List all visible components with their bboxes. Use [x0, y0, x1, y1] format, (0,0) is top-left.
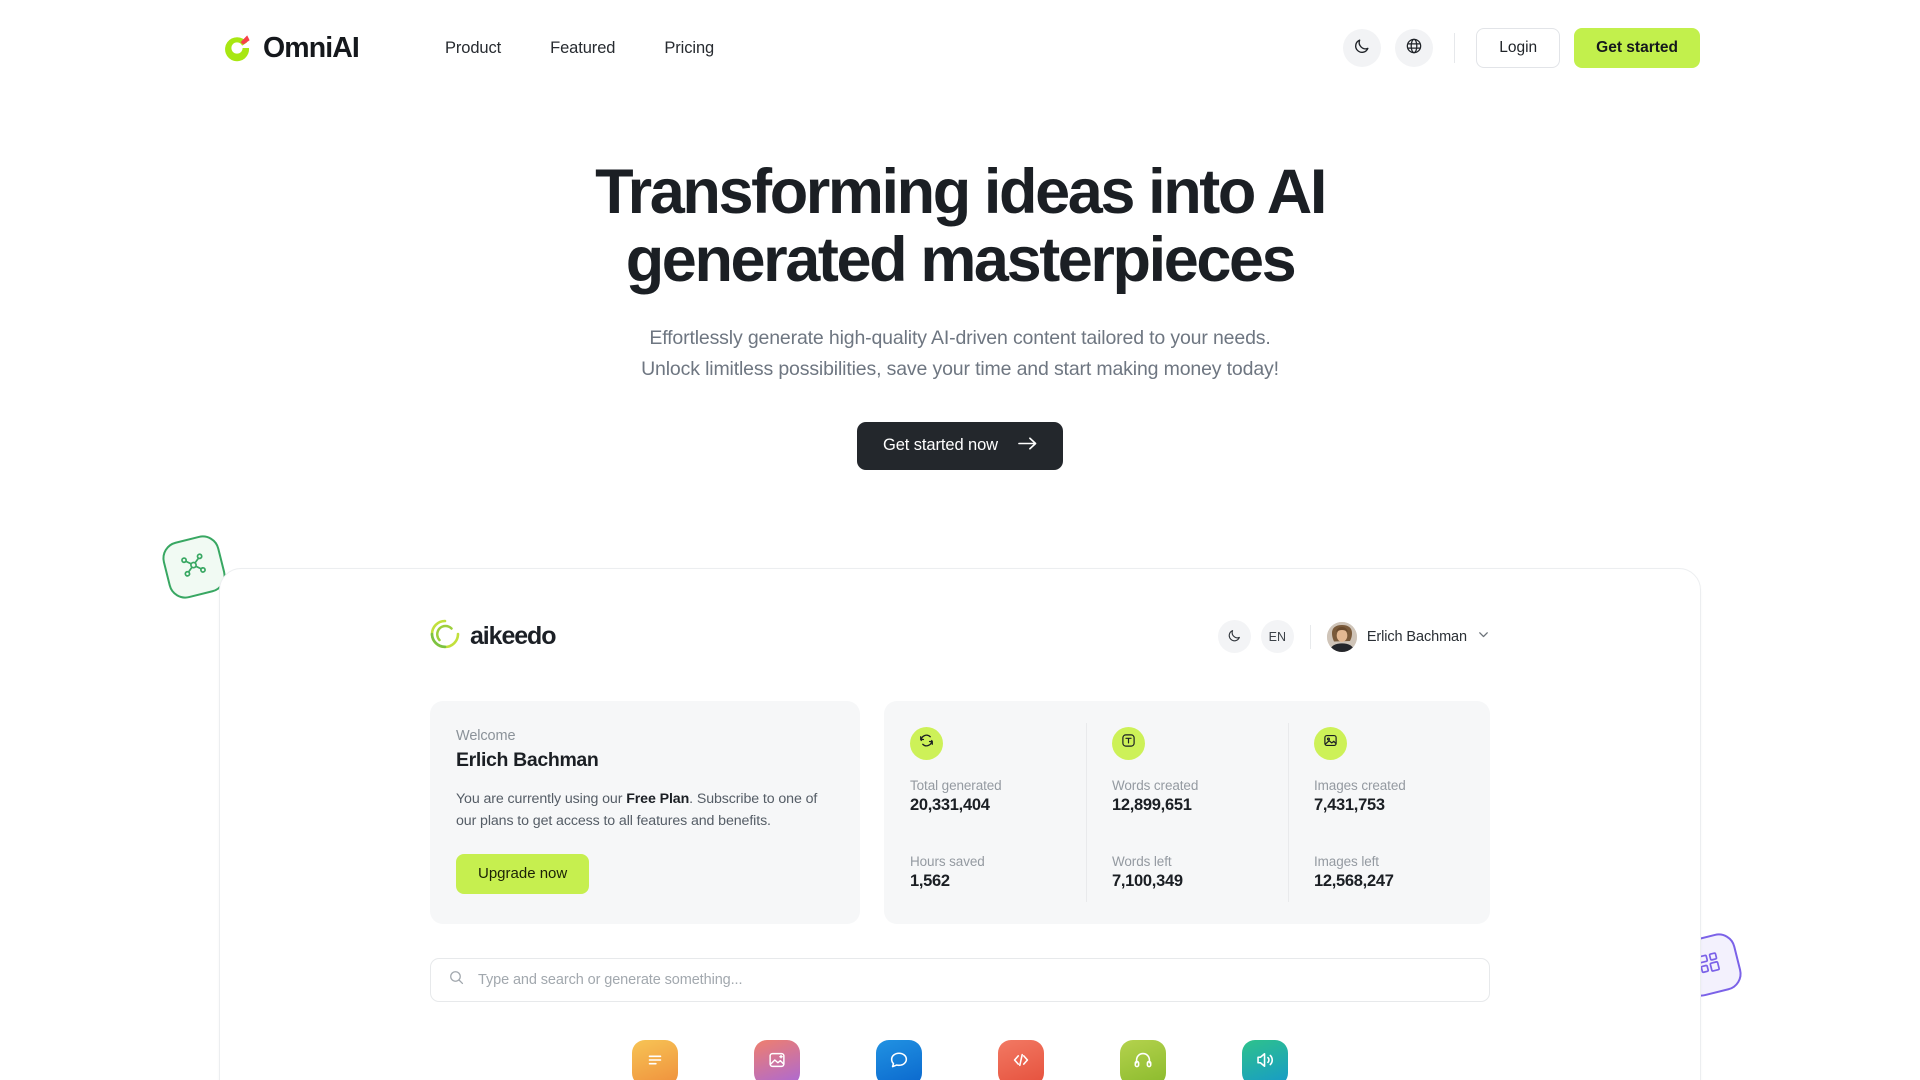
stat-value: 20,331,404 — [910, 795, 990, 814]
theme-toggle-button[interactable] — [1343, 29, 1382, 67]
hero-heading-line-1: Transforming ideas into AI — [595, 157, 1327, 227]
app-tile-voiceover[interactable] — [1242, 1039, 1288, 1080]
stat-value: 12,899,651 — [1112, 795, 1192, 814]
image-icon — [766, 1049, 788, 1076]
hero-cta-button[interactable]: Get started now — [857, 421, 1063, 470]
dashboard-preview: aikeedo EN Erlich Bachman Welcome Erlich… — [158, 531, 1746, 1080]
search-input[interactable] — [478, 971, 1472, 988]
dashboard-panel: aikeedo EN Erlich Bachman Welcome Erlich… — [219, 567, 1701, 1080]
text-lines-icon — [644, 1049, 666, 1076]
stat-label: Total generated — [910, 777, 1002, 793]
nav-links: Product Featured Pricing — [445, 39, 714, 58]
stat-total-generated: Total generated 20,331,404 Hours saved 1… — [884, 726, 1086, 896]
dashboard-language-button[interactable]: EN — [1260, 620, 1294, 654]
stat-images-created: Images created 7,431,753 Images left 12,… — [1288, 722, 1490, 902]
avatar — [1326, 621, 1357, 652]
dashboard-header-divider — [1309, 624, 1311, 649]
stat-sub-label: Images left — [1314, 853, 1379, 869]
hero-subtitle: Effortlessly generate high-quality AI-dr… — [0, 323, 1920, 386]
nav-link-featured[interactable]: Featured — [550, 39, 615, 58]
get-started-button[interactable]: Get started — [1574, 28, 1700, 68]
welcome-user-name: Erlich Bachman — [456, 748, 599, 771]
stats-card: Total generated 20,331,404 Hours saved 1… — [884, 700, 1490, 924]
stat-sub-value: 12,568,247 — [1314, 871, 1394, 890]
hero-heading-line-2: generated masterpieces — [625, 225, 1297, 296]
stat-sub-label: Words left — [1112, 853, 1172, 869]
stat-icon-badge — [1314, 726, 1347, 760]
brand-name: OmniAI — [263, 31, 360, 64]
stat-sub-label: Hours saved — [910, 853, 985, 869]
stat-sub-value: 7,100,349 — [1112, 871, 1183, 890]
dashboard-header: aikeedo EN Erlich Bachman — [430, 615, 1490, 659]
image-icon — [1322, 732, 1339, 754]
refresh-sync-icon — [918, 732, 935, 754]
stat-icon-badge — [910, 726, 943, 760]
hero-subtitle-line-1: Effortlessly generate high-quality AI-dr… — [649, 326, 1271, 349]
stat-sub-value: 1,562 — [910, 871, 950, 890]
text-t-icon — [1120, 732, 1137, 754]
aikeedo-name: aikeedo — [470, 622, 557, 651]
chat-bubble-icon — [888, 1049, 910, 1076]
app-tile-writer[interactable] — [632, 1039, 678, 1080]
hero-heading: Transforming ideas into AI generated mas… — [530, 158, 1390, 295]
navbar-divider — [1454, 33, 1456, 63]
stat-label: Words created — [1112, 777, 1199, 793]
welcome-label: Welcome — [456, 727, 516, 744]
aikeedo-logo[interactable]: aikeedo — [430, 619, 557, 654]
dashboard-theme-toggle[interactable] — [1217, 620, 1251, 654]
dashboard-search-bar[interactable] — [430, 957, 1490, 1002]
moon-icon — [1227, 628, 1242, 646]
dashboard-cards: Welcome Erlich Bachman You are currently… — [430, 700, 1490, 924]
arrow-right-icon — [1018, 436, 1037, 456]
navbar-actions: Login Get started — [1343, 28, 1700, 68]
network-nodes-icon — [178, 549, 211, 585]
app-tile-transcriber[interactable] — [1120, 1039, 1166, 1080]
login-button[interactable]: Login — [1476, 28, 1561, 68]
brand-logo[interactable]: OmniAI — [220, 31, 360, 65]
aikeedo-spiral-logo-icon — [430, 619, 460, 654]
user-menu[interactable]: Erlich Bachman — [1326, 621, 1490, 652]
stat-value: 7,431,753 — [1314, 795, 1385, 814]
hero-section: Transforming ideas into AI generated mas… — [0, 96, 1920, 470]
language-button[interactable] — [1395, 29, 1434, 67]
speaker-icon — [1254, 1049, 1276, 1076]
code-icon — [1010, 1049, 1032, 1076]
omni-circle-logo-icon — [220, 31, 254, 65]
app-tile-chat[interactable] — [876, 1039, 922, 1080]
hero-subtitle-line-2: Unlock limitless possibilities, save you… — [641, 358, 1279, 381]
welcome-description: You are currently using our Free Plan. S… — [456, 788, 834, 833]
dashboard-header-actions: EN Erlich Bachman — [1217, 620, 1490, 654]
upgrade-now-button[interactable]: Upgrade now — [456, 853, 590, 894]
globe-icon — [1405, 37, 1423, 60]
headphones-icon — [1132, 1049, 1154, 1076]
stat-icon-badge — [1112, 726, 1145, 760]
chevron-down-icon — [1477, 628, 1490, 646]
user-name: Erlich Bachman — [1366, 628, 1467, 645]
search-icon — [448, 969, 465, 991]
app-shortcuts — [430, 1039, 1490, 1080]
app-tile-image-generator[interactable] — [754, 1039, 800, 1080]
moon-icon — [1353, 37, 1371, 60]
welcome-desc-part1: You are currently using our — [456, 790, 627, 807]
welcome-plan-name: Free Plan — [626, 790, 690, 807]
stat-words-created: Words created 12,899,651 Words left 7,10… — [1086, 722, 1288, 902]
stat-label: Images created — [1314, 777, 1406, 793]
hero-cta-label: Get started now — [883, 436, 998, 455]
top-navbar: OmniAI Product Featured Pricing Login Ge… — [0, 0, 1920, 96]
welcome-card: Welcome Erlich Bachman You are currently… — [430, 700, 860, 924]
app-tile-coder[interactable] — [998, 1039, 1044, 1080]
nav-link-pricing[interactable]: Pricing — [664, 39, 714, 58]
nav-link-product[interactable]: Product — [445, 39, 501, 58]
